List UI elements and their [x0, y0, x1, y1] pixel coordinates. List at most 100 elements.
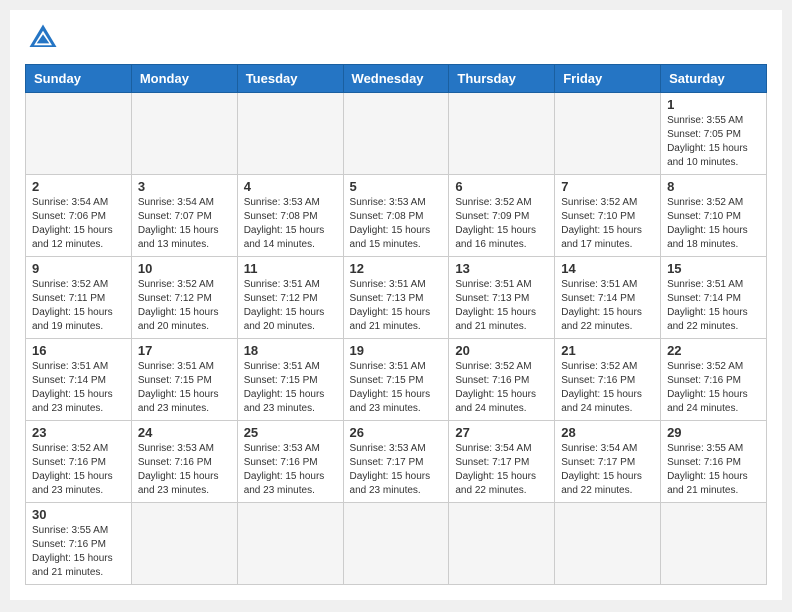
day-info: Sunrise: 3:51 AM Sunset: 7:15 PM Dayligh…: [350, 360, 443, 416]
day-number: 2: [32, 179, 125, 194]
day-number: 23: [32, 425, 125, 440]
day-cell: 8 Sunrise: 3:52 AM Sunset: 7:10 PM Daylig…: [661, 175, 767, 257]
day-info: Sunrise: 3:51 AM Sunset: 7:15 PM Dayligh…: [138, 360, 231, 416]
day-number: 13: [455, 261, 548, 276]
day-cell: [555, 93, 661, 175]
col-header-thursday: Thursday: [449, 65, 555, 93]
day-number: 1: [667, 97, 760, 112]
day-info: Sunrise: 3:55 AM Sunset: 7:16 PM Dayligh…: [667, 442, 760, 498]
logo: [25, 20, 67, 56]
day-cell: 24Sunrise: 3:53 AM Sunset: 7:16 PM Dayli…: [131, 421, 237, 503]
day-number: 28: [561, 425, 654, 440]
day-number: 11: [244, 261, 337, 276]
day-info: Sunrise: 3:51 AM Sunset: 7:15 PM Dayligh…: [244, 360, 337, 416]
day-number: 24: [138, 425, 231, 440]
day-cell: 15Sunrise: 3:51 AM Sunset: 7:14 PM Dayli…: [661, 257, 767, 339]
col-header-saturday: Saturday: [661, 65, 767, 93]
logo-icon: [25, 20, 61, 56]
day-cell: 11 Sunrise: 3:51 AM Sunset: 7:12 PM Dayli…: [237, 257, 343, 339]
day-cell: [237, 503, 343, 585]
day-cell: [131, 93, 237, 175]
day-number: 20: [455, 343, 548, 358]
day-cell: 26 Sunrise: 3:53 AM Sunset: 7:17 PM Dayli…: [343, 421, 449, 503]
day-info: Sunrise: 3:51 AM Sunset: 7:14 PM Dayligh…: [32, 360, 125, 416]
day-number: 7: [561, 179, 654, 194]
day-number: 16: [32, 343, 125, 358]
day-info: Sunrise: 3:53 AM Sunset: 7:17 PM Dayligh…: [350, 442, 443, 498]
day-info: Sunrise: 3:52 AM Sunset: 7:16 PM Dayligh…: [667, 360, 760, 416]
day-number: 12: [350, 261, 443, 276]
calendar-table: SundayMondayTuesdayWednesdayThursdayFrid…: [25, 64, 767, 585]
day-cell: [131, 503, 237, 585]
day-info: Sunrise: 3:51 AM Sunset: 7:12 PM Dayligh…: [244, 278, 337, 334]
day-cell: 13 Sunrise: 3:51 AM Sunset: 7:13 PM Dayli…: [449, 257, 555, 339]
day-number: 26: [350, 425, 443, 440]
day-number: 22: [667, 343, 760, 358]
day-number: 14: [561, 261, 654, 276]
day-cell: 29 Sunrise: 3:55 AM Sunset: 7:16 PM Dayli…: [661, 421, 767, 503]
day-cell: [449, 93, 555, 175]
day-cell: 7 Sunrise: 3:52 AM Sunset: 7:10 PM Daylig…: [555, 175, 661, 257]
day-number: 9: [32, 261, 125, 276]
day-cell: 17 Sunrise: 3:51 AM Sunset: 7:15 PM Dayli…: [131, 339, 237, 421]
day-cell: [555, 503, 661, 585]
col-header-sunday: Sunday: [26, 65, 132, 93]
day-info: Sunrise: 3:52 AM Sunset: 7:16 PM Dayligh…: [561, 360, 654, 416]
day-info: Sunrise: 3:52 AM Sunset: 7:10 PM Dayligh…: [561, 196, 654, 252]
day-info: Sunrise: 3:52 AM Sunset: 7:10 PM Dayligh…: [667, 196, 760, 252]
day-info: Sunrise: 3:53 AM Sunset: 7:08 PM Dayligh…: [244, 196, 337, 252]
day-cell: [449, 503, 555, 585]
day-info: Sunrise: 3:55 AM Sunset: 7:05 PM Dayligh…: [667, 114, 760, 170]
day-info: Sunrise: 3:54 AM Sunset: 7:17 PM Dayligh…: [455, 442, 548, 498]
day-info: Sunrise: 3:54 AM Sunset: 7:07 PM Dayligh…: [138, 196, 231, 252]
day-cell: 30 Sunrise: 3:55 AM Sunset: 7:16 PM Dayli…: [26, 503, 132, 585]
day-number: 4: [244, 179, 337, 194]
day-number: 10: [138, 261, 231, 276]
day-info: Sunrise: 3:54 AM Sunset: 7:06 PM Dayligh…: [32, 196, 125, 252]
day-cell: 16 Sunrise: 3:51 AM Sunset: 7:14 PM Dayli…: [26, 339, 132, 421]
week-row-2: 2 Sunrise: 3:54 AM Sunset: 7:06 PM Daylig…: [26, 175, 767, 257]
day-cell: 10 Sunrise: 3:52 AM Sunset: 7:12 PM Dayli…: [131, 257, 237, 339]
day-cell: 21Sunrise: 3:52 AM Sunset: 7:16 PM Dayli…: [555, 339, 661, 421]
day-cell: 27 Sunrise: 3:54 AM Sunset: 7:17 PM Dayli…: [449, 421, 555, 503]
day-info: Sunrise: 3:52 AM Sunset: 7:09 PM Dayligh…: [455, 196, 548, 252]
day-cell: 23Sunrise: 3:52 AM Sunset: 7:16 PM Dayli…: [26, 421, 132, 503]
header-row: SundayMondayTuesdayWednesdayThursdayFrid…: [26, 65, 767, 93]
day-info: Sunrise: 3:51 AM Sunset: 7:13 PM Dayligh…: [455, 278, 548, 334]
day-number: 30: [32, 507, 125, 522]
day-info: Sunrise: 3:51 AM Sunset: 7:14 PM Dayligh…: [561, 278, 654, 334]
day-cell: [237, 93, 343, 175]
day-cell: 20 Sunrise: 3:52 AM Sunset: 7:16 PM Dayli…: [449, 339, 555, 421]
day-number: 8: [667, 179, 760, 194]
day-info: Sunrise: 3:51 AM Sunset: 7:14 PM Dayligh…: [667, 278, 760, 334]
week-row-5: 23Sunrise: 3:52 AM Sunset: 7:16 PM Dayli…: [26, 421, 767, 503]
day-number: 3: [138, 179, 231, 194]
week-row-6: 30 Sunrise: 3:55 AM Sunset: 7:16 PM Dayli…: [26, 503, 767, 585]
day-number: 5: [350, 179, 443, 194]
day-cell: 18 Sunrise: 3:51 AM Sunset: 7:15 PM Dayli…: [237, 339, 343, 421]
day-info: Sunrise: 3:52 AM Sunset: 7:11 PM Dayligh…: [32, 278, 125, 334]
day-info: Sunrise: 3:51 AM Sunset: 7:13 PM Dayligh…: [350, 278, 443, 334]
col-header-wednesday: Wednesday: [343, 65, 449, 93]
day-number: 27: [455, 425, 548, 440]
day-cell: 2 Sunrise: 3:54 AM Sunset: 7:06 PM Daylig…: [26, 175, 132, 257]
day-info: Sunrise: 3:54 AM Sunset: 7:17 PM Dayligh…: [561, 442, 654, 498]
day-info: Sunrise: 3:55 AM Sunset: 7:16 PM Dayligh…: [32, 524, 125, 580]
day-cell: 22 Sunrise: 3:52 AM Sunset: 7:16 PM Dayli…: [661, 339, 767, 421]
day-number: 29: [667, 425, 760, 440]
day-cell: 4 Sunrise: 3:53 AM Sunset: 7:08 PM Daylig…: [237, 175, 343, 257]
day-number: 25: [244, 425, 337, 440]
day-cell: 12 Sunrise: 3:51 AM Sunset: 7:13 PM Dayli…: [343, 257, 449, 339]
day-cell: [343, 93, 449, 175]
day-number: 17: [138, 343, 231, 358]
day-cell: 9 Sunrise: 3:52 AM Sunset: 7:11 PM Daylig…: [26, 257, 132, 339]
day-cell: 14 Sunrise: 3:51 AM Sunset: 7:14 PM Dayli…: [555, 257, 661, 339]
day-cell: 19Sunrise: 3:51 AM Sunset: 7:15 PM Dayli…: [343, 339, 449, 421]
day-cell: [26, 93, 132, 175]
day-info: Sunrise: 3:53 AM Sunset: 7:16 PM Dayligh…: [244, 442, 337, 498]
day-info: Sunrise: 3:52 AM Sunset: 7:12 PM Dayligh…: [138, 278, 231, 334]
day-cell: [661, 503, 767, 585]
day-number: 18: [244, 343, 337, 358]
day-info: Sunrise: 3:52 AM Sunset: 7:16 PM Dayligh…: [455, 360, 548, 416]
week-row-1: 1 Sunrise: 3:55 AM Sunset: 7:05 PM Daylig…: [26, 93, 767, 175]
